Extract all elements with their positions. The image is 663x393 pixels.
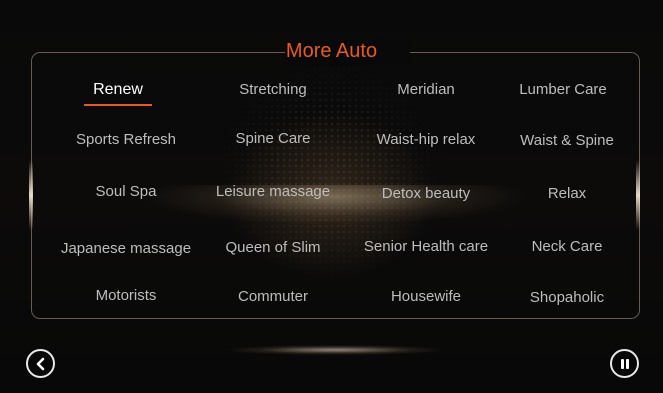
program-grid: Renew Stretching Meridian Lumber Care Sports… (0, 0, 663, 393)
bottom-glow (230, 345, 440, 355)
program-item[interactable]: Senior Health care (351, 237, 501, 257)
program-item[interactable]: Leisure massage (198, 182, 348, 202)
program-item[interactable]: Stretching (198, 80, 348, 100)
chevron-left-icon (36, 357, 44, 370)
more-auto-screen: More Auto Renew Stretching Meridian Lumber … (0, 0, 663, 393)
back-button[interactable] (26, 349, 55, 378)
program-item[interactable]: Lumber Care (488, 80, 638, 100)
program-item[interactable]: Queen of Slim (198, 238, 348, 258)
program-item[interactable]: Commuter (198, 287, 348, 307)
program-item[interactable]: Waist-hip relax (351, 130, 501, 150)
program-item[interactable]: Japanese massage (51, 239, 201, 259)
pause-button[interactable] (610, 349, 639, 378)
program-item[interactable]: Motorists (51, 286, 201, 306)
program-item[interactable]: Shopaholic (492, 288, 642, 308)
program-item[interactable]: Waist & Spine (492, 131, 642, 151)
program-item[interactable]: Detox beauty (351, 184, 501, 204)
program-item[interactable]: Spine Care (198, 129, 348, 149)
active-program-underline (84, 104, 152, 106)
program-item[interactable]: Housewife (351, 287, 501, 307)
program-item[interactable]: Neck Care (492, 237, 642, 257)
program-item[interactable]: Renew (43, 80, 193, 100)
program-item[interactable]: Meridian (351, 80, 501, 100)
program-item[interactable]: Relax (492, 184, 642, 204)
pause-icon (620, 358, 629, 369)
program-item[interactable]: Soul Spa (51, 182, 201, 202)
program-item[interactable]: Sports Refresh (51, 130, 201, 150)
